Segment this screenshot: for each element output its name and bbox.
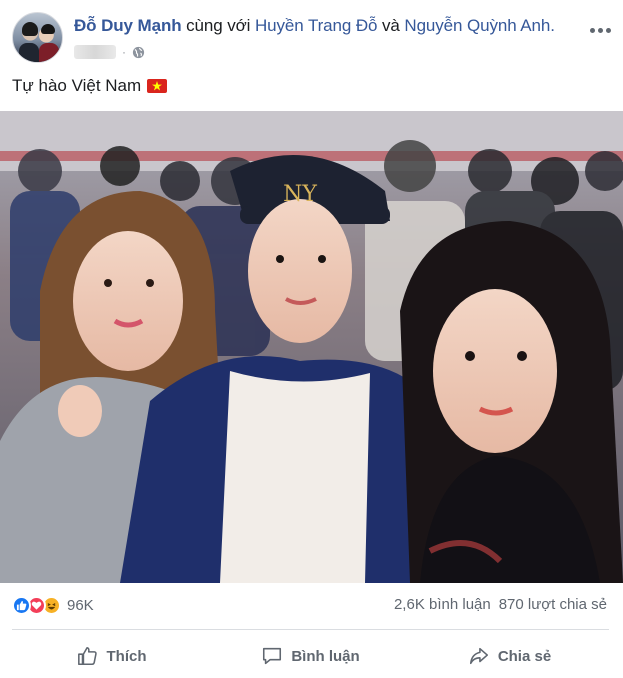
with-text: cùng với: [186, 16, 251, 35]
avatar-shirt-right: [39, 43, 59, 62]
svg-text:NY: NY: [283, 182, 317, 207]
vietnam-flag-icon: [147, 79, 168, 93]
meta-separator: ·: [122, 45, 126, 59]
more-options-icon[interactable]: [590, 24, 614, 36]
avatar-shirt-left: [19, 43, 39, 62]
share-arrow-icon: [469, 647, 488, 665]
actions-divider: [12, 629, 609, 630]
post-header: Đỗ Duy Mạnh cùng với Huyền Trang Đỗ và N…: [12, 12, 612, 66]
action-bar: Thích Bình luận Chia sẻ: [12, 638, 609, 674]
like-button[interactable]: Thích: [12, 638, 211, 674]
post-photo[interactable]: NY: [0, 111, 623, 583]
globe-icon[interactable]: [132, 46, 145, 59]
like-reaction-icon: [12, 595, 31, 615]
post-meta: ·: [74, 42, 145, 62]
author-name-link[interactable]: Đỗ Duy Mạnh: [74, 16, 182, 35]
comment-button-label: Bình luận: [291, 647, 360, 665]
tagged-user-2-link[interactable]: Nguyễn Quỳnh Anh.: [404, 16, 555, 35]
like-button-label: Thích: [106, 647, 147, 665]
share-button[interactable]: Chia sẻ: [410, 638, 609, 674]
tagged-user-1-link[interactable]: Huyền Trang Đỗ: [255, 16, 377, 35]
post-text: Tự hào Việt Nam: [12, 76, 142, 95]
post-stats: 2,6K bình luận 870 lượt chia sẻ: [394, 596, 607, 613]
post-headline: Đỗ Duy Mạnh cùng với Huyền Trang Đỗ và N…: [74, 16, 555, 36]
post-message: Tự hào Việt Nam: [12, 76, 168, 96]
share-button-label: Chia sẻ: [497, 647, 552, 665]
and-text: và: [382, 16, 400, 35]
facebook-post: Đỗ Duy Mạnh cùng với Huyền Trang Đỗ và N…: [0, 0, 623, 678]
author-avatar[interactable]: [12, 12, 63, 63]
comment-count-link[interactable]: 2,6K bình luận: [394, 596, 491, 613]
avatar-figure-left: [22, 22, 38, 36]
comment-bubble-icon: [263, 647, 282, 665]
share-count-link[interactable]: 870 lượt chia sẻ: [499, 596, 607, 613]
reaction-summary[interactable]: 96K: [12, 594, 94, 616]
comment-button[interactable]: Bình luận: [211, 638, 410, 674]
avatar-figure-right: [41, 24, 55, 34]
timestamp-blurred[interactable]: [74, 45, 116, 59]
reaction-count[interactable]: 96K: [67, 597, 94, 614]
thumbs-up-icon: [77, 646, 97, 666]
